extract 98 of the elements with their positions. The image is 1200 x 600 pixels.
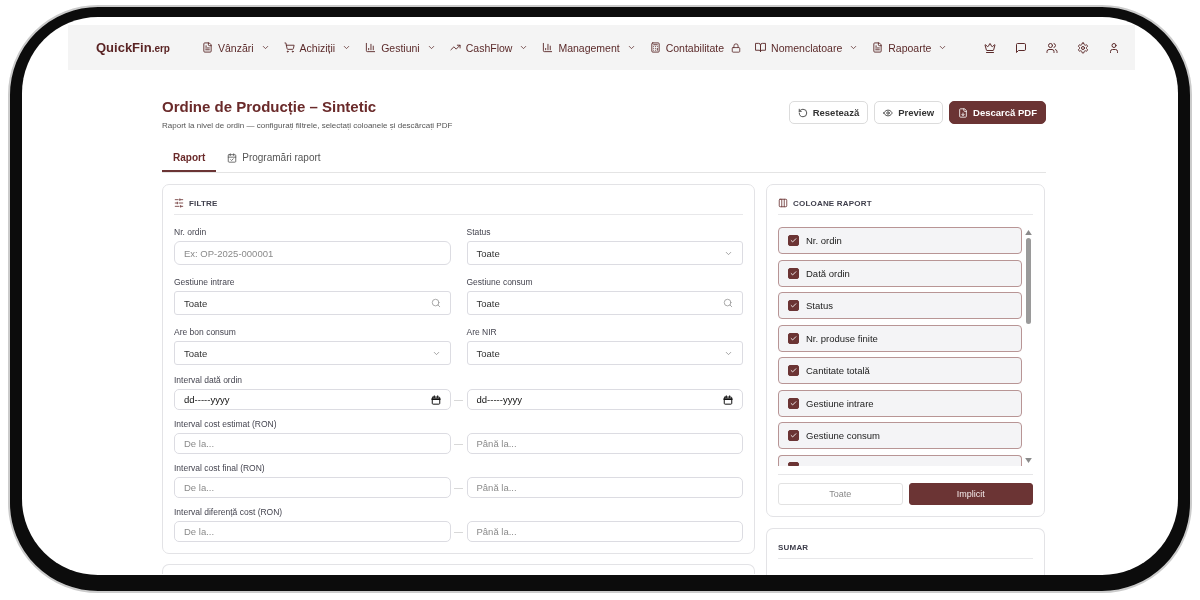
sliders-icon (174, 198, 184, 208)
field-label: Interval diferență cost (RON) (174, 507, 284, 518)
checkbox[interactable] (788, 332, 799, 344)
calendar-icon (723, 394, 733, 405)
checkbox[interactable] (788, 267, 799, 279)
range-separator: — (453, 482, 464, 493)
date-field[interactable]: dd-----yyyy (174, 389, 451, 410)
column-option[interactable]: Gestiune intrare (778, 389, 1022, 417)
search-icon (723, 298, 733, 308)
field-label: Status (466, 227, 492, 238)
page-subtitle: Raport la nivel de ordin — configurați filtrele, selectați coloanele și descărcați PDF (162, 120, 453, 132)
field-label: Are NIR (466, 327, 498, 338)
chevron-down-icon (342, 43, 352, 52)
chevron-down-icon (519, 43, 529, 52)
scroll-down-icon[interactable] (1025, 458, 1032, 463)
search-field[interactable]: Toate (174, 291, 451, 315)
input-field[interactable]: De la... (174, 477, 451, 498)
checkbox[interactable] (788, 430, 799, 441)
columns-icon (778, 198, 788, 208)
chevron-down-icon (938, 43, 948, 52)
checkbox[interactable] (788, 397, 799, 409)
page-title: Ordine de Producție – Sintetic (162, 97, 378, 117)
input-field[interactable]: Până la... (466, 477, 743, 498)
panel-title: FILTRE (189, 198, 218, 208)
panel-title: SUMAR (778, 542, 809, 552)
cart-icon (283, 42, 295, 53)
column-preset-button[interactable]: Implicit (908, 483, 1033, 505)
range-separator: — (453, 394, 464, 405)
chevron-down-icon (849, 43, 859, 52)
input-field[interactable]: Până la... (466, 433, 743, 454)
range-separator: — (453, 526, 464, 537)
nav-menu[interactable]: Nomenclatoare (755, 41, 859, 54)
bar-chart-icon (542, 42, 554, 53)
nav-menu[interactable]: Vânzări (201, 41, 270, 54)
document-icon (201, 42, 213, 53)
column-option[interactable]: Dată ordin (778, 259, 1022, 287)
date-field[interactable]: dd-----yyyy (466, 389, 743, 410)
scrollbar-thumb[interactable] (1026, 238, 1031, 324)
nav-menu[interactable]: Gestiuni (365, 41, 436, 54)
input-field[interactable]: Ex: OP-2025-000001 (174, 241, 451, 265)
action-button[interactable]: Descarcă PDF (949, 101, 1046, 124)
settings-icon[interactable] (1077, 41, 1089, 54)
field-label: Nr. ordin (174, 227, 208, 238)
trend-up-icon (449, 42, 461, 53)
checkbox[interactable] (788, 300, 799, 311)
column-preset-button[interactable]: Toate (778, 483, 903, 505)
calendar-check-icon (227, 153, 238, 163)
field-label: Gestiune consum (466, 277, 534, 288)
field-label: Interval cost final (RON) (174, 463, 266, 474)
tab[interactable]: Raport (162, 146, 217, 172)
input-field[interactable]: De la... (174, 521, 451, 542)
panel-title: COLOANE RAPORT (793, 198, 872, 208)
chevron-down-icon (626, 43, 636, 52)
book-icon (755, 42, 767, 53)
chat-icon[interactable] (1015, 41, 1027, 54)
select-field[interactable]: Toate (174, 341, 451, 365)
checkbox[interactable] (788, 235, 799, 246)
nav-menu[interactable]: Contabilitate (649, 41, 742, 54)
scroll-up-icon[interactable] (1025, 230, 1032, 235)
search-icon (430, 298, 441, 308)
field-label: Gestiune intrare (174, 277, 236, 288)
select-field[interactable]: Toate (466, 341, 743, 365)
select-field[interactable]: Toate (466, 241, 743, 265)
nav-menu[interactable]: Achiziții (283, 41, 352, 54)
column-option[interactable]: Cantitate totală (778, 357, 1022, 384)
search-field[interactable]: Toate (466, 291, 743, 315)
field-label: Are bon consum (174, 327, 237, 338)
action-button[interactable]: Resetează (788, 101, 869, 124)
input-field[interactable]: De la... (174, 433, 451, 454)
logo[interactable]: QuickFin.erp (96, 40, 170, 55)
checkbox[interactable] (788, 365, 799, 376)
calculator-icon (649, 42, 661, 53)
input-field[interactable]: Până la... (466, 521, 743, 542)
user-icon[interactable] (1108, 41, 1120, 54)
document-icon (872, 42, 884, 53)
users-icon[interactable] (1046, 41, 1058, 54)
calendar-icon (430, 394, 441, 405)
file-download-icon (958, 107, 969, 118)
eye-icon (883, 107, 894, 118)
bar-chart-icon (365, 42, 377, 53)
tab[interactable]: Programări raport (216, 146, 332, 172)
nav-menu[interactable]: Rapoarte (872, 41, 948, 54)
nav-menu[interactable]: Management (542, 41, 636, 54)
chevron-down-icon (260, 43, 270, 52)
nav-menu[interactable]: CashFlow (449, 41, 529, 54)
column-option[interactable]: Nr. produse finite (778, 324, 1022, 352)
column-option[interactable]: Gestiune consum (778, 422, 1022, 449)
lock-icon (731, 42, 742, 53)
field-label: Interval dată ordin (174, 375, 244, 386)
range-separator: — (453, 438, 464, 449)
field-label: Interval cost estimat (RON) (174, 419, 278, 430)
crown-icon[interactable] (984, 41, 996, 54)
chevron-down-icon (426, 43, 436, 52)
column-option[interactable]: Status (778, 292, 1022, 319)
action-button[interactable]: Preview (874, 101, 944, 124)
checkbox[interactable] (788, 461, 799, 466)
reset-icon (797, 107, 808, 118)
column-option[interactable]: Nr. ordin (778, 227, 1022, 254)
